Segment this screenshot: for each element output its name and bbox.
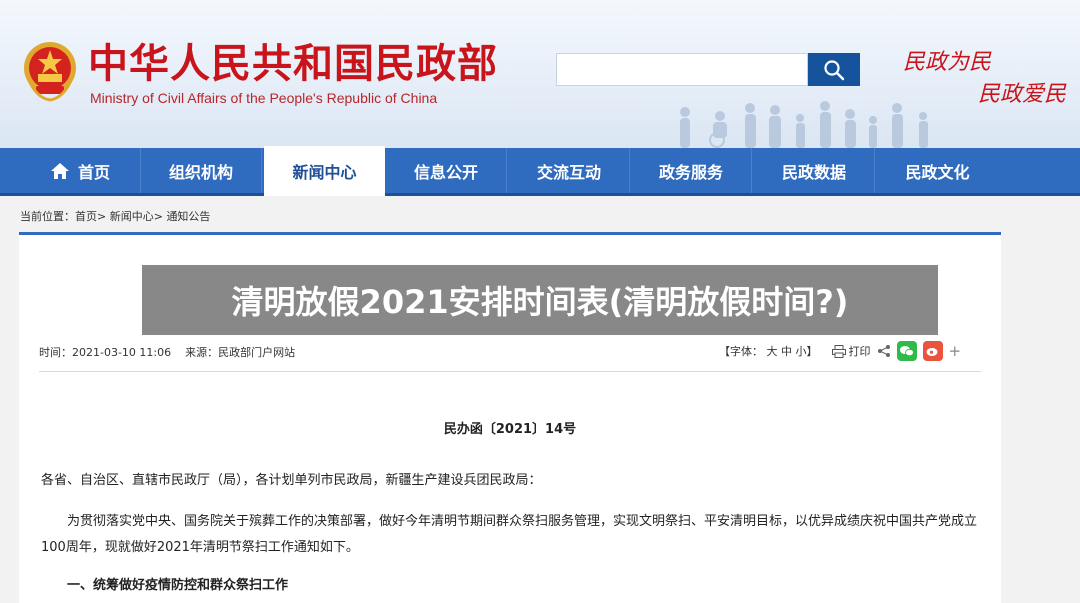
nav-item-label: 信息公开 (413, 162, 478, 182)
main-nav: 首页 组织机构 新闻中心 信息公开 交流互动 政务服务 民政数据 民政文化 (0, 146, 1080, 196)
site-title[interactable]: 中华人民共和国民政部 (88, 40, 498, 88)
printer-icon (831, 344, 846, 358)
article-tools: 【字体： 大 中 小】 打印 + (719, 341, 961, 361)
nav-item-services[interactable]: 政务服务 (631, 148, 752, 193)
article-section-heading: 一、统筹做好疫情防控和群众祭扫工作 (67, 578, 289, 593)
meta-source-label: 来源： (185, 346, 219, 359)
font-size-medium-button[interactable]: 中 (781, 345, 792, 358)
meta-time-label: 时间： (39, 346, 72, 359)
slogan-line-2: 民政爱民 (978, 82, 1067, 107)
slogan-line-1: 民政为民 (903, 50, 992, 75)
breadcrumb-separator: > (97, 210, 107, 223)
site-subtitle: Ministry of Civil Affairs of the People'… (90, 90, 438, 106)
search-input[interactable] (556, 53, 808, 86)
breadcrumb: 当前位置：首页> 新闻中心> 通知公告 (20, 208, 210, 224)
site-header: 中华人民共和国民政部 Ministry of Civil Affairs of … (0, 0, 1080, 148)
nav-item-data[interactable]: 民政数据 (754, 148, 875, 193)
breadcrumb-prefix: 当前位置： (20, 210, 75, 223)
nav-item-label: 民政数据 (781, 162, 846, 182)
breadcrumb-link-home[interactable]: 首页 (75, 210, 97, 223)
overlay-title: 清明放假2021安排时间表(清明放假时间?) (231, 283, 849, 321)
breadcrumb-link-news[interactable]: 新闻中心 (110, 210, 154, 223)
document-number: 民办函〔2021〕14号 (443, 422, 577, 437)
weibo-icon[interactable] (922, 341, 943, 361)
font-size-small-button[interactable]: 小】 (796, 345, 818, 358)
nav-item-culture[interactable]: 民政文化 (877, 148, 998, 193)
nav-item-label: 首页 (77, 162, 110, 182)
print-label: 打印 (848, 345, 871, 358)
article-meta: 时间：2021-03-10 11:06 来源：民政部门户网站 (39, 344, 295, 360)
nav-item-interaction[interactable]: 交流互动 (509, 148, 630, 193)
home-icon (50, 162, 70, 180)
font-size-label: 【字体： (719, 345, 763, 358)
nav-item-home[interactable]: 首页 (20, 148, 141, 193)
meta-time: 2021-03-10 11:06 (72, 346, 172, 359)
people-silhouette-graphic (680, 101, 928, 148)
national-emblem-icon[interactable] (22, 38, 78, 104)
nav-item-info-disclosure[interactable]: 信息公开 (386, 148, 507, 193)
nav-item-label: 民政文化 (905, 162, 970, 182)
meta-divider (39, 371, 981, 372)
wechat-icon[interactable] (896, 341, 917, 361)
share-icon[interactable] (877, 344, 891, 358)
nav-item-label: 交流互动 (536, 162, 601, 182)
font-size-large-button[interactable]: 大 (767, 345, 778, 358)
search-icon (824, 59, 845, 80)
nav-item-label: 新闻中心 (292, 163, 357, 182)
breadcrumb-separator: > (153, 210, 163, 223)
article-paragraph: 各省、自治区、直辖市民政厅（局），各计划单列市民政局，新疆生产建设兵团民政局： (41, 473, 542, 488)
nav-item-organization[interactable]: 组织机构 (141, 148, 262, 193)
title-overlay-banner: 清明放假2021安排时间表(清明放假时间?) (142, 265, 938, 335)
more-share-icon[interactable]: + (949, 342, 962, 360)
nav-item-news-center[interactable]: 新闻中心 (264, 146, 385, 196)
meta-source: 民政部门户网站 (218, 346, 296, 359)
nav-item-label: 政务服务 (658, 162, 723, 182)
nav-item-label: 组织机构 (168, 162, 233, 182)
search-button[interactable] (808, 53, 860, 86)
print-button[interactable]: 打印 (831, 343, 871, 359)
breadcrumb-link-notices[interactable]: 通知公告 (166, 210, 210, 223)
article-paragraph: 为贯彻落实党中央、国务院关于殡葬工作的决策部署，做好今年清明节期间群众祭扫服务管… (41, 514, 978, 555)
